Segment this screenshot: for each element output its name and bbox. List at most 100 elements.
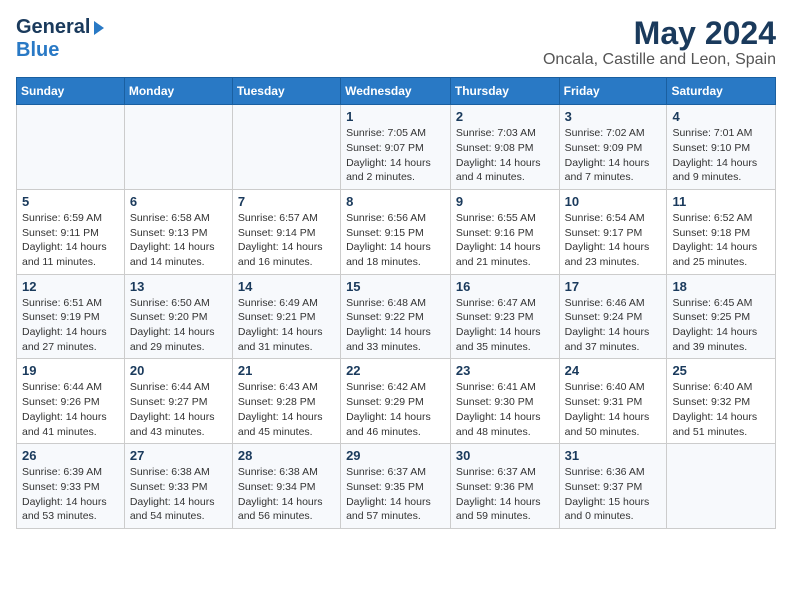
table-row: 23 Sunrise: 6:41 AMSunset: 9:30 PMDayligh… bbox=[450, 359, 559, 444]
table-row: 10 Sunrise: 6:54 AMSunset: 9:17 PMDayligh… bbox=[559, 189, 667, 274]
day-number: 30 bbox=[456, 448, 554, 463]
table-row: 27 Sunrise: 6:38 AMSunset: 9:33 PMDayligh… bbox=[124, 444, 232, 529]
day-number: 6 bbox=[130, 194, 227, 209]
day-number: 27 bbox=[130, 448, 227, 463]
table-row: 17 Sunrise: 6:46 AMSunset: 9:24 PMDayligh… bbox=[559, 274, 667, 359]
day-number: 20 bbox=[130, 363, 227, 378]
day-info: Sunrise: 6:47 AMSunset: 9:23 PMDaylight:… bbox=[456, 296, 554, 355]
table-row: 28 Sunrise: 6:38 AMSunset: 9:34 PMDayligh… bbox=[232, 444, 340, 529]
calendar-table: Sunday Monday Tuesday Wednesday Thursday… bbox=[16, 77, 776, 529]
table-row: 15 Sunrise: 6:48 AMSunset: 9:22 PMDayligh… bbox=[341, 274, 451, 359]
table-row: 29Sunrise: 6:37 AMSunset: 9:35 PMDayligh… bbox=[341, 444, 451, 529]
day-number: 21 bbox=[238, 363, 335, 378]
day-number: 7 bbox=[238, 194, 335, 209]
day-info: Sunrise: 7:01 AMSunset: 9:10 PMDaylight:… bbox=[672, 126, 770, 185]
table-row bbox=[17, 105, 125, 190]
day-info: Sunrise: 6:44 AMSunset: 9:27 PMDaylight:… bbox=[130, 380, 227, 439]
day-info: Sunrise: 6:45 AMSunset: 9:25 PMDaylight:… bbox=[672, 296, 770, 355]
col-monday: Monday bbox=[124, 78, 232, 105]
table-row: 4Sunrise: 7:01 AMSunset: 9:10 PMDaylight… bbox=[667, 105, 776, 190]
day-info: Sunrise: 6:59 AMSunset: 9:11 PMDaylight:… bbox=[22, 211, 119, 270]
table-row: 11Sunrise: 6:52 AMSunset: 9:18 PMDayligh… bbox=[667, 189, 776, 274]
day-number: 26 bbox=[22, 448, 119, 463]
calendar-week-row: 12 Sunrise: 6:51 AMSunset: 9:19 PMDayligh… bbox=[17, 274, 776, 359]
page-header: General Blue May 2024 Oncala, Castille a… bbox=[16, 16, 776, 69]
day-info: Sunrise: 7:05 AMSunset: 9:07 PMDaylight:… bbox=[346, 126, 445, 185]
table-row: 31Sunrise: 6:36 AMSunset: 9:37 PMDayligh… bbox=[559, 444, 667, 529]
table-row: 24Sunrise: 6:40 AMSunset: 9:31 PMDayligh… bbox=[559, 359, 667, 444]
col-tuesday: Tuesday bbox=[232, 78, 340, 105]
logo: General Blue bbox=[16, 16, 104, 62]
day-info: Sunrise: 6:42 AMSunset: 9:29 PMDaylight:… bbox=[346, 380, 445, 439]
calendar-week-row: 26 Sunrise: 6:39 AMSunset: 9:33 PMDayligh… bbox=[17, 444, 776, 529]
day-info: Sunrise: 6:52 AMSunset: 9:18 PMDaylight:… bbox=[672, 211, 770, 270]
table-row: 6 Sunrise: 6:58 AMSunset: 9:13 PMDaylight… bbox=[124, 189, 232, 274]
day-number: 2 bbox=[456, 109, 554, 124]
col-friday: Friday bbox=[559, 78, 667, 105]
table-row: 1Sunrise: 7:05 AMSunset: 9:07 PMDaylight… bbox=[341, 105, 451, 190]
day-info: Sunrise: 6:49 AMSunset: 9:21 PMDaylight:… bbox=[238, 296, 335, 355]
day-info: Sunrise: 6:55 AMSunset: 9:16 PMDaylight:… bbox=[456, 211, 554, 270]
day-number: 19 bbox=[22, 363, 119, 378]
day-info: Sunrise: 6:58 AMSunset: 9:13 PMDaylight:… bbox=[130, 211, 227, 270]
day-number: 12 bbox=[22, 279, 119, 294]
day-number: 17 bbox=[565, 279, 662, 294]
col-sunday: Sunday bbox=[17, 78, 125, 105]
table-row: 12 Sunrise: 6:51 AMSunset: 9:19 PMDayligh… bbox=[17, 274, 125, 359]
table-row: 13 Sunrise: 6:50 AMSunset: 9:20 PMDayligh… bbox=[124, 274, 232, 359]
col-thursday: Thursday bbox=[450, 78, 559, 105]
table-row: 22 Sunrise: 6:42 AMSunset: 9:29 PMDayligh… bbox=[341, 359, 451, 444]
day-info: Sunrise: 6:43 AMSunset: 9:28 PMDaylight:… bbox=[238, 380, 335, 439]
table-row: 7 Sunrise: 6:57 AMSunset: 9:14 PMDaylight… bbox=[232, 189, 340, 274]
day-number: 28 bbox=[238, 448, 335, 463]
table-row: 26 Sunrise: 6:39 AMSunset: 9:33 PMDayligh… bbox=[17, 444, 125, 529]
day-info: Sunrise: 6:38 AMSunset: 9:33 PMDaylight:… bbox=[130, 465, 227, 524]
day-number: 13 bbox=[130, 279, 227, 294]
day-info: Sunrise: 6:56 AMSunset: 9:15 PMDaylight:… bbox=[346, 211, 445, 270]
table-row bbox=[124, 105, 232, 190]
day-info: Sunrise: 6:54 AMSunset: 9:17 PMDaylight:… bbox=[565, 211, 662, 270]
day-info: Sunrise: 6:46 AMSunset: 9:24 PMDaylight:… bbox=[565, 296, 662, 355]
day-number: 23 bbox=[456, 363, 554, 378]
table-row bbox=[232, 105, 340, 190]
day-info: Sunrise: 6:51 AMSunset: 9:19 PMDaylight:… bbox=[22, 296, 119, 355]
table-row: 19 Sunrise: 6:44 AMSunset: 9:26 PMDayligh… bbox=[17, 359, 125, 444]
day-info: Sunrise: 6:40 AMSunset: 9:32 PMDaylight:… bbox=[672, 380, 770, 439]
day-info: Sunrise: 6:41 AMSunset: 9:30 PMDaylight:… bbox=[456, 380, 554, 439]
day-info: Sunrise: 7:03 AMSunset: 9:08 PMDaylight:… bbox=[456, 126, 554, 185]
day-info: Sunrise: 6:37 AMSunset: 9:36 PMDaylight:… bbox=[456, 465, 554, 524]
day-info: Sunrise: 6:48 AMSunset: 9:22 PMDaylight:… bbox=[346, 296, 445, 355]
day-info: Sunrise: 6:57 AMSunset: 9:14 PMDaylight:… bbox=[238, 211, 335, 270]
day-number: 31 bbox=[565, 448, 662, 463]
day-number: 22 bbox=[346, 363, 445, 378]
day-info: Sunrise: 6:44 AMSunset: 9:26 PMDaylight:… bbox=[22, 380, 119, 439]
title-block: May 2024 Oncala, Castille and Leon, Spai… bbox=[543, 16, 776, 69]
day-number: 14 bbox=[238, 279, 335, 294]
day-number: 15 bbox=[346, 279, 445, 294]
table-row: 14 Sunrise: 6:49 AMSunset: 9:21 PMDayligh… bbox=[232, 274, 340, 359]
day-info: Sunrise: 6:40 AMSunset: 9:31 PMDaylight:… bbox=[565, 380, 662, 439]
day-info: Sunrise: 6:39 AMSunset: 9:33 PMDaylight:… bbox=[22, 465, 119, 524]
table-row: 25Sunrise: 6:40 AMSunset: 9:32 PMDayligh… bbox=[667, 359, 776, 444]
day-number: 10 bbox=[565, 194, 662, 209]
day-number: 16 bbox=[456, 279, 554, 294]
day-number: 9 bbox=[456, 194, 554, 209]
table-row: 20 Sunrise: 6:44 AMSunset: 9:27 PMDayligh… bbox=[124, 359, 232, 444]
table-row: 9 Sunrise: 6:55 AMSunset: 9:16 PMDaylight… bbox=[450, 189, 559, 274]
logo-blue: Blue bbox=[16, 39, 59, 62]
calendar-week-row: 19 Sunrise: 6:44 AMSunset: 9:26 PMDayligh… bbox=[17, 359, 776, 444]
table-row bbox=[667, 444, 776, 529]
day-number: 18 bbox=[672, 279, 770, 294]
day-info: Sunrise: 6:50 AMSunset: 9:20 PMDaylight:… bbox=[130, 296, 227, 355]
day-number: 5 bbox=[22, 194, 119, 209]
logo-general: General bbox=[16, 16, 90, 39]
day-info: Sunrise: 7:02 AMSunset: 9:09 PMDaylight:… bbox=[565, 126, 662, 185]
table-row: 18 Sunrise: 6:45 AMSunset: 9:25 PMDayligh… bbox=[667, 274, 776, 359]
logo-arrow-icon bbox=[94, 21, 104, 35]
day-number: 29 bbox=[346, 448, 445, 463]
table-row: 30 Sunrise: 6:37 AMSunset: 9:36 PMDayligh… bbox=[450, 444, 559, 529]
day-info: Sunrise: 6:38 AMSunset: 9:34 PMDaylight:… bbox=[238, 465, 335, 524]
table-row: 21 Sunrise: 6:43 AMSunset: 9:28 PMDayligh… bbox=[232, 359, 340, 444]
calendar-title: May 2024 bbox=[543, 16, 776, 51]
calendar-header-row: Sunday Monday Tuesday Wednesday Thursday… bbox=[17, 78, 776, 105]
